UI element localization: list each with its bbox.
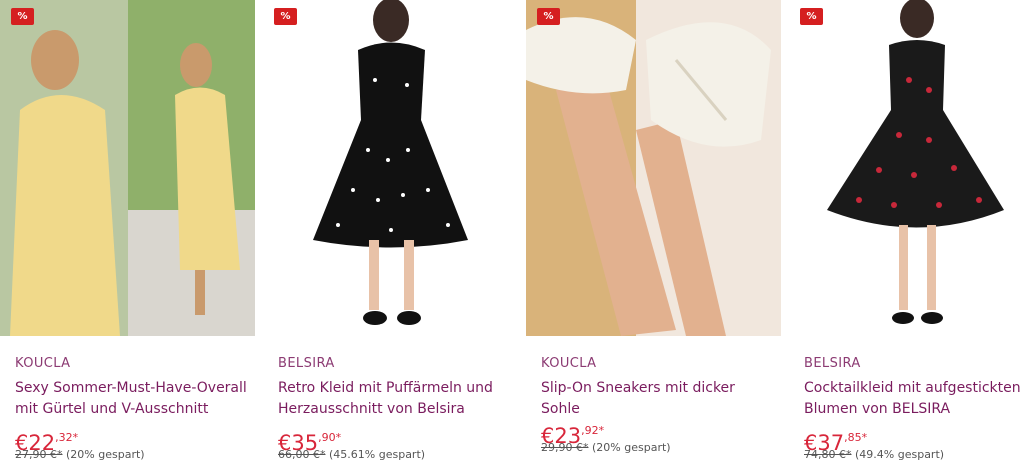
product-card[interactable]: % BELSIRA Retro Kleid mit Puffärmeln und…	[263, 0, 518, 467]
product-card[interactable]: % BELSIRA Cocktailkleid mit aufgestickte…	[789, 0, 1024, 467]
product-title[interactable]: Retro Kleid mit Puffärmeln und Herzaussc…	[278, 378, 513, 420]
price-cents: ,32*	[55, 431, 79, 444]
product-title[interactable]: Cocktailkleid mit aufgestickten Blumen v…	[804, 378, 1024, 420]
old-price: 27,90 €*	[15, 448, 63, 461]
price-cents: ,90*	[318, 431, 342, 444]
old-price-line: 74,80 €* (49.4% gespart)	[804, 448, 944, 461]
saving-text: (49.4% gespart)	[855, 448, 945, 461]
product-image[interactable]	[0, 0, 255, 336]
saving-text: (20% gespart)	[66, 448, 145, 461]
product-brand[interactable]: BELSIRA	[278, 356, 335, 371]
product-brand[interactable]: KOUCLA	[541, 356, 596, 371]
old-price: 66,00 €*	[278, 448, 326, 461]
old-price: 74,80 €*	[804, 448, 852, 461]
discount-badge: %	[537, 8, 560, 25]
product-image[interactable]	[789, 0, 1024, 336]
old-price-line: 66,00 €* (45.61% gespart)	[278, 448, 425, 461]
product-title[interactable]: Slip-On Sneakers mit dicker Sohle	[541, 378, 776, 420]
price-cents: ,92*	[581, 424, 605, 437]
discount-badge: %	[274, 8, 297, 25]
product-image[interactable]	[263, 0, 518, 336]
saving-text: (20% gespart)	[592, 441, 671, 454]
price-cents: ,85*	[844, 431, 868, 444]
product-title[interactable]: Sexy Sommer-Must-Have-Overall mit Gürtel…	[15, 378, 250, 420]
product-image[interactable]	[526, 0, 781, 336]
saving-text: (45.61% gespart)	[329, 448, 426, 461]
product-card[interactable]: % KOUCLA Slip-On Sneakers mit dicker Soh…	[526, 0, 781, 467]
product-brand[interactable]: KOUCLA	[15, 356, 70, 371]
discount-badge: %	[800, 8, 823, 25]
product-card[interactable]: % KOUCLA Sexy Sommer-Must-Have-Overall m…	[0, 0, 255, 467]
old-price: 29,90 €*	[541, 441, 589, 454]
old-price-line: 29,90 €* (20% gespart)	[541, 441, 671, 454]
product-brand[interactable]: BELSIRA	[804, 356, 861, 371]
old-price-line: 27,90 €* (20% gespart)	[15, 448, 145, 461]
discount-badge: %	[11, 8, 34, 25]
